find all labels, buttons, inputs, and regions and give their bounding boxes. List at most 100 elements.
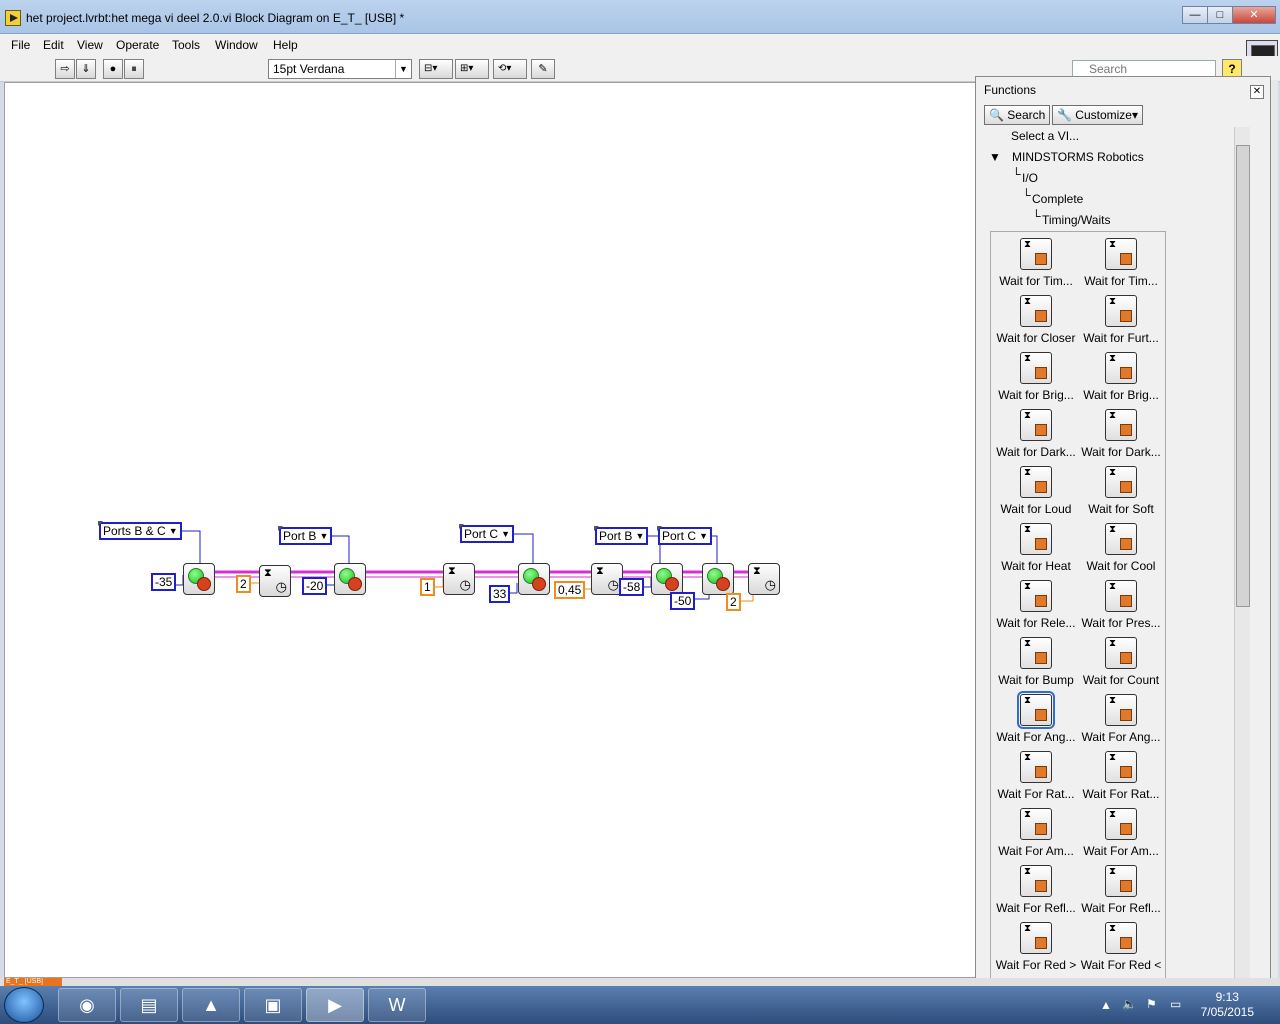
vlc-icon[interactable]: ▲	[182, 988, 240, 1022]
palette-item[interactable]: Wait For Refl...	[1078, 861, 1164, 918]
close-button[interactable]: ✕	[1232, 6, 1276, 24]
palette-close-icon[interactable]: ✕	[1250, 85, 1264, 99]
motor-node-5[interactable]	[702, 563, 734, 595]
block-diagram-canvas[interactable]: Ports B & C ▼ Port B ▼ Port C ▼ Port B ▼ Por…	[4, 82, 976, 978]
palette-item[interactable]: Wait for Heat	[993, 519, 1079, 576]
numeric-constant[interactable]: -35	[151, 573, 177, 591]
wait-brighter-icon	[1020, 352, 1052, 384]
tree-expand-icon[interactable]: ▼	[989, 150, 1001, 164]
labview-taskbar-icon[interactable]: ▶	[306, 988, 364, 1022]
menu-tools[interactable]: Tools	[172, 38, 200, 52]
numeric-constant[interactable]: -20	[302, 577, 328, 595]
port-ring-port-b-2[interactable]: Port B ▼	[593, 526, 649, 545]
numeric-constant[interactable]: 0,45	[554, 581, 586, 599]
clock[interactable]: 9:13 7/05/2015	[1201, 990, 1254, 1020]
port-ring-port-c[interactable]: Port C ▼	[458, 524, 515, 543]
pause-icon[interactable]: ⏸	[124, 59, 144, 79]
palette-item[interactable]: Wait for Brig...	[993, 348, 1079, 405]
motor-node-4[interactable]	[651, 563, 683, 595]
port-ring-label: Port B	[599, 529, 633, 543]
minimize-button[interactable]: —	[1182, 6, 1208, 24]
palette-item[interactable]: Wait For Red >	[993, 918, 1079, 975]
wait-loud-icon	[1020, 466, 1052, 498]
motor-node-1[interactable]	[183, 563, 215, 595]
menu-help[interactable]: Help	[273, 38, 298, 52]
palette-item[interactable]: Wait For Ang...	[1078, 690, 1164, 747]
labview-app-icon[interactable]	[5, 10, 21, 26]
palette-item[interactable]: Wait for Bump	[993, 633, 1079, 690]
tree-io[interactable]: I/O	[1022, 171, 1038, 185]
port-ring-port-b[interactable]: Port B ▼	[277, 526, 333, 545]
menu-window[interactable]: Window	[215, 38, 258, 52]
clock-date: 7/05/2015	[1200, 1005, 1254, 1019]
palette-item[interactable]: Wait for Closer	[993, 291, 1079, 348]
palette-scroll-thumb[interactable]	[1236, 145, 1250, 607]
run-continuously-icon[interactable]: ⇓	[76, 59, 96, 79]
numeric-constant[interactable]: 33	[489, 585, 511, 603]
tree-select-vi[interactable]: Select a VI...	[1011, 129, 1079, 143]
motor-node-2[interactable]	[334, 563, 366, 595]
network-icon[interactable]: ⚑	[1146, 997, 1157, 1011]
palette-customize-button[interactable]: 🔧 Customize▾	[1052, 105, 1144, 125]
run-arrow-icon[interactable]: ⇨	[55, 59, 75, 79]
start-button[interactable]	[4, 987, 44, 1023]
palette-item[interactable]: Wait for Soft	[1078, 462, 1164, 519]
firefox-icon[interactable]: ◉	[58, 988, 116, 1022]
align-objects-button[interactable]: ⊟▾	[419, 59, 453, 79]
wait-cool-icon	[1105, 523, 1137, 555]
show-hidden-icons-icon[interactable]: ▲	[1100, 998, 1112, 1012]
tree-timing-waits[interactable]: Timing/Waits	[1042, 213, 1110, 227]
tree-mindstorms-robotics[interactable]: MINDSTORMS Robotics	[1012, 150, 1144, 164]
motor-node-3[interactable]	[518, 563, 550, 595]
distribute-objects-button[interactable]: ⊞▾	[455, 59, 489, 79]
palette-item[interactable]: Wait For Am...	[1078, 804, 1164, 861]
port-ring-port-c-2[interactable]: Port C ▼	[656, 526, 713, 545]
palette-item[interactable]: Wait for Brig...	[1078, 348, 1164, 405]
palette-item[interactable]: Wait For Rat...	[1078, 747, 1164, 804]
numeric-constant[interactable]: -58	[619, 578, 645, 596]
palette-search-label: Search	[1007, 108, 1046, 122]
reorder-button[interactable]: ⟲▾	[493, 59, 527, 79]
palette-scrollbar[interactable]	[1234, 127, 1250, 982]
menu-view[interactable]: View	[77, 38, 103, 52]
numeric-constant[interactable]: 2	[236, 575, 251, 593]
menu-edit[interactable]: Edit	[43, 38, 64, 52]
search-icon: 🔍	[989, 108, 1004, 122]
tree-complete[interactable]: Complete	[1032, 192, 1083, 206]
numeric-constant[interactable]: 2	[726, 593, 741, 611]
palette-item-selected[interactable]: Wait For Ang...	[993, 690, 1079, 747]
palette-item[interactable]: Wait for Tim...	[993, 234, 1079, 291]
menu-file[interactable]: File	[11, 38, 30, 52]
palette-item[interactable]: Wait for Furt...	[1078, 291, 1164, 348]
palette-item[interactable]: Wait For Am...	[993, 804, 1079, 861]
palette-search-button[interactable]: 🔍 Search	[984, 105, 1051, 125]
palette-item[interactable]: Wait for Count	[1078, 633, 1164, 690]
palette-item[interactable]: Wait for Cool	[1078, 519, 1164, 576]
maximize-button[interactable]: □	[1207, 6, 1233, 24]
palette-item[interactable]: Wait For Rat...	[993, 747, 1079, 804]
palette-item[interactable]: Wait for Pres...	[1078, 576, 1164, 633]
palette-item[interactable]: Wait for Loud	[993, 462, 1079, 519]
port-ring-ports-b-c[interactable]: Ports B & C ▼	[98, 521, 182, 540]
functions-palette: Functions ✕ 🔍 Search 🔧 Customize▾ Select…	[975, 76, 1271, 986]
menu-operate[interactable]: Operate	[116, 38, 159, 52]
palette-item[interactable]: Wait for Dark...	[993, 405, 1079, 462]
numeric-constant[interactable]: -50	[670, 592, 696, 610]
file-explorer-icon[interactable]: ▤	[120, 988, 178, 1022]
action-center-icon[interactable]: ▭	[1170, 997, 1181, 1011]
palette-item[interactable]: Wait for Dark...	[1078, 405, 1164, 462]
abort-icon[interactable]: ●	[103, 59, 123, 79]
palette-item[interactable]: Wait For Refl...	[993, 861, 1079, 918]
palette-item[interactable]: Wait For Red <	[1078, 918, 1164, 975]
wait-timer-node-4[interactable]	[748, 563, 780, 595]
wait-timer-node-1[interactable]	[259, 565, 291, 597]
font-select[interactable]: 15pt Verdana ▼	[268, 59, 412, 79]
clean-up-diagram-icon[interactable]: ✎	[531, 59, 555, 79]
word-icon[interactable]: W	[368, 988, 426, 1022]
numeric-constant[interactable]: 1	[420, 578, 435, 596]
palette-item[interactable]: Wait for Tim...	[1078, 234, 1164, 291]
project-app-icon[interactable]: ▣	[244, 988, 302, 1022]
palette-item[interactable]: Wait for Rele...	[993, 576, 1079, 633]
volume-icon[interactable]: 🔈	[1122, 997, 1137, 1011]
wait-timer-node-2[interactable]	[443, 563, 475, 595]
